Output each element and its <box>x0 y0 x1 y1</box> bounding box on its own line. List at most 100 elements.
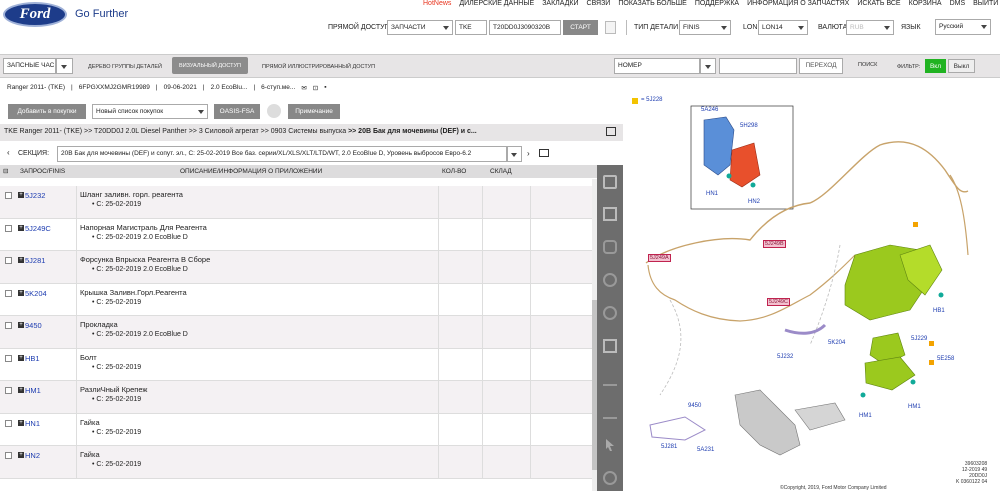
catalog-input[interactable]: TKE <box>455 20 487 35</box>
folder-icon[interactable] <box>539 149 549 157</box>
expand-icon[interactable]: + <box>18 387 24 393</box>
expand-icon[interactable]: + <box>18 419 24 426</box>
expand-icon[interactable]: + <box>18 192 24 198</box>
breadcrumb-item[interactable]: >> 20В Бак для мочевины (DEF) и с... <box>348 128 477 135</box>
table-row[interactable]: +5K204 Крышка Заливн.Горл.Реагента • С: 25… <box>0 283 592 316</box>
arrow-right-circle-icon[interactable] <box>603 471 617 485</box>
row-checkbox[interactable] <box>5 419 12 427</box>
zoom-out-icon[interactable] <box>603 306 617 320</box>
nav-support[interactable]: ПОДДЕРЖКА <box>695 0 739 7</box>
callout-hm1[interactable]: HM1 <box>908 404 921 410</box>
part-code-link[interactable]: HB1 <box>25 354 40 363</box>
cursor-icon[interactable] <box>603 438 617 452</box>
pencil-icon[interactable] <box>603 372 617 386</box>
callout-5a231[interactable]: 5A231 <box>697 447 714 453</box>
row-checkbox[interactable] <box>5 452 12 459</box>
nav-dealer-data[interactable]: ДИЛЕРСКИЕ ДАННЫЕ <box>459 0 534 7</box>
filter-off-button[interactable]: Выкл <box>948 59 975 73</box>
callout-5k204[interactable]: 5K204 <box>828 340 845 346</box>
search-type-select[interactable]: НОМЕР <box>614 58 700 74</box>
language-select[interactable]: Русский <box>935 19 991 35</box>
row-checkbox[interactable] <box>5 387 12 394</box>
add-to-purchases-button[interactable]: Добавить в покупки <box>8 104 86 119</box>
open-external-icon[interactable] <box>603 207 617 221</box>
expand-icon[interactable]: + <box>18 257 24 263</box>
row-checkbox[interactable] <box>5 192 12 199</box>
callout-9450[interactable]: 9450 <box>688 403 701 409</box>
callout-5j249b[interactable]: 5J249B <box>763 240 786 248</box>
nav-cart[interactable]: КОРЗИНА <box>909 0 942 7</box>
part-code-link[interactable]: HM1 <box>25 386 41 395</box>
section-select[interactable]: 20В Бак для мочевины (DEF) и сопут. эл.,… <box>57 146 507 162</box>
new-shopping-list-select[interactable]: Новый список покупок <box>92 104 208 119</box>
part-code-link[interactable]: 5J249C <box>25 224 51 233</box>
col-header-stock[interactable]: СКЛАД <box>490 168 512 175</box>
oasis-fsa-button[interactable]: OASIS-FSA <box>214 104 260 119</box>
breadcrumb-item[interactable]: >> 3 Силовой агрегат <box>189 128 259 135</box>
copy-icon[interactable] <box>605 21 616 34</box>
start-button[interactable]: СТАРТ <box>563 20 598 35</box>
row-checkbox[interactable] <box>5 322 12 329</box>
zoom-in-icon[interactable] <box>603 273 617 287</box>
breadcrumb-item[interactable]: TKE Ranger 2011- (TKE) <box>4 128 82 135</box>
nav-search-all[interactable]: ИСКАТЬ ВСЕ <box>857 0 900 7</box>
callout-hn2[interactable]: HN2 <box>748 199 760 205</box>
expand-icon[interactable]: + <box>18 224 24 231</box>
row-checkbox[interactable] <box>5 354 12 362</box>
expand-icon[interactable]: + <box>18 452 24 458</box>
callout-hb1[interactable]: HB1 <box>933 308 945 314</box>
callout-5j281[interactable]: 5J281 <box>661 444 677 450</box>
col-header-qty[interactable]: КОЛ-ВО <box>442 168 466 175</box>
nav-dms[interactable]: DMS <box>950 0 966 7</box>
row-checkbox[interactable] <box>5 224 12 232</box>
callout-5a246[interactable]: 5A246 <box>701 107 718 113</box>
tab-parts-tree[interactable]: ДЕРЕВО ГРУППЫ ДЕТАЛЕЙ <box>88 64 162 70</box>
nav-links[interactable]: СВЯЗИ <box>587 0 611 7</box>
callout-5j249c[interactable]: 5J249C <box>767 298 790 306</box>
access-type-select[interactable]: ЗАПЧАСТИ <box>387 20 453 35</box>
nav-logout[interactable]: ВЫЙТИ <box>973 0 998 7</box>
col-header-query[interactable]: ЗАПРОС/FINIS <box>20 168 65 175</box>
table-row[interactable]: +5J249C Напорная Магистраль Для Реагента •… <box>0 218 592 251</box>
callout-hm1[interactable]: HM1 <box>859 413 872 419</box>
table-row[interactable]: +5J232 Шланг заливн. горл. реагента • С: 2… <box>0 186 592 219</box>
hand-pan-icon[interactable] <box>603 240 617 254</box>
callout-5h298[interactable]: 5H298 <box>740 123 758 129</box>
part-code-link[interactable]: 5J281 <box>25 256 45 265</box>
row-checkbox[interactable] <box>5 257 12 264</box>
part-code-link[interactable]: 5J232 <box>25 191 45 200</box>
callout-5j232[interactable]: 5J232 <box>777 354 793 360</box>
search-input[interactable] <box>719 58 797 74</box>
tab-visual-access[interactable]: ВИЗУАЛЬНЫЙ ДОСТУП <box>172 57 248 74</box>
filter-on-button[interactable]: Вкл <box>925 59 946 73</box>
print-icon[interactable] <box>603 339 617 353</box>
callout-hn1[interactable]: HN1 <box>706 191 718 197</box>
panel-layout-icon[interactable] <box>606 127 616 136</box>
part-code-link[interactable]: 9450 <box>25 321 42 330</box>
table-row[interactable]: +9450 Прокладка • С: 25-02-2019 2.0 EcoBlu… <box>0 316 592 349</box>
expand-icon[interactable]: + <box>18 289 24 296</box>
part-type-select[interactable]: FINIS <box>679 20 731 35</box>
lon-select[interactable]: LON14 <box>758 20 808 35</box>
callout-5e258[interactable]: 5E258 <box>937 356 954 362</box>
part-code-link[interactable]: HN2 <box>25 451 40 460</box>
chevron-right-icon[interactable]: › <box>527 149 530 158</box>
breadcrumb-item[interactable]: >> 0903 Системы выпуска <box>261 128 346 135</box>
nav-parts-info[interactable]: ИНФОРМАЦИЯ О ЗАПЧАСТЯХ <box>747 0 849 7</box>
go-button[interactable]: ПЕРЕХОД <box>799 58 843 74</box>
vin-input[interactable]: T20DD0J3090320B <box>489 20 561 35</box>
mode-select[interactable]: ЗАПСНЫЕ ЧАС <box>3 58 56 74</box>
section-dropdown[interactable] <box>507 146 522 162</box>
callout-5j229[interactable]: 5J229 <box>911 336 927 342</box>
callout-5j249a[interactable]: 5J249A <box>648 254 671 262</box>
email-icon[interactable]: ✉ <box>301 84 306 92</box>
expand-icon[interactable]: + <box>18 322 24 328</box>
brush-icon[interactable] <box>603 405 617 419</box>
chevron-left-icon[interactable]: ‹ <box>7 148 10 157</box>
table-row[interactable]: + HM1 РазлиЧный Крепеж • С: 25-02-2019 <box>0 381 592 414</box>
currency-select[interactable]: RUB <box>846 20 894 35</box>
home-icon[interactable] <box>603 175 617 189</box>
nav-bookmarks[interactable]: ЗАКЛАДКИ <box>542 0 578 7</box>
breadcrumb-item[interactable]: >> T20DD0J 2.0L Diesel Panther <box>84 128 187 135</box>
part-code-link[interactable]: 5K204 <box>25 289 47 298</box>
